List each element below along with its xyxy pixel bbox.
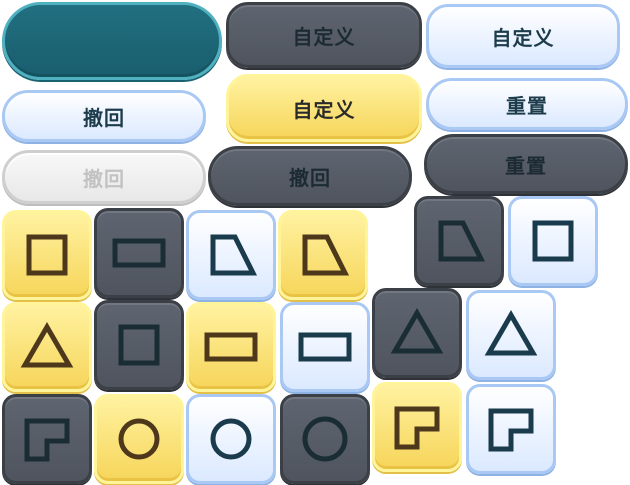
square-icon	[118, 324, 160, 366]
trapezoid-icon	[438, 220, 486, 262]
circle-tile-light[interactable]	[186, 394, 276, 484]
l-shape-tile-light[interactable]	[466, 384, 556, 474]
square-tile-yellow[interactable]	[2, 210, 92, 300]
triangle-tile-light[interactable]	[466, 290, 556, 380]
circle-tile-dark[interactable]	[280, 394, 370, 484]
square-tile-light[interactable]	[508, 196, 598, 286]
triangle-icon	[390, 308, 444, 354]
trapezoid-icon	[302, 234, 350, 276]
triangle-icon	[484, 310, 538, 356]
triangle-tile-yellow[interactable]	[2, 302, 92, 392]
trapezoid-icon	[210, 234, 258, 276]
undo-button-label: 撤回	[289, 165, 331, 190]
trapezoid-tile-dark[interactable]	[414, 196, 504, 286]
square-tile-dark[interactable]	[94, 300, 184, 390]
circle-icon	[210, 418, 252, 460]
reset-button-dark[interactable]: 重置	[424, 134, 628, 194]
rectangle-icon	[204, 332, 258, 362]
circle-icon	[118, 418, 160, 460]
square-icon	[26, 234, 68, 276]
square-icon	[532, 220, 574, 262]
reset-button-label: 重置	[506, 93, 548, 118]
rectangle-tile-light[interactable]	[280, 302, 370, 392]
undo-button-dark[interactable]: 撤回	[208, 146, 412, 206]
rectangle-tile-dark[interactable]	[94, 208, 184, 298]
l-shape-icon	[394, 406, 440, 450]
l-shape-icon	[24, 418, 70, 462]
custom-button-label: 自定义	[491, 25, 555, 50]
l-shape-tile-yellow[interactable]	[372, 382, 462, 472]
circle-icon	[302, 416, 348, 462]
custom-button-light[interactable]: 自定义	[426, 4, 620, 68]
trapezoid-tile-light[interactable]	[186, 210, 276, 300]
l-shape-tile-dark[interactable]	[2, 394, 92, 484]
rectangle-icon	[298, 332, 352, 362]
custom-button-label: 自定义	[292, 97, 356, 122]
reset-button-light[interactable]: 重置	[426, 78, 628, 130]
custom-button-yellow[interactable]: 自定义	[226, 74, 422, 142]
undo-button-label: 撤回	[83, 166, 125, 191]
triangle-tile-dark[interactable]	[372, 288, 462, 378]
custom-button-dark[interactable]: 自定义	[226, 2, 422, 68]
undo-button-label: 撤回	[83, 105, 125, 130]
l-shape-icon	[488, 408, 534, 452]
triangle-icon	[20, 322, 74, 368]
reset-button-label: 重置	[505, 153, 547, 178]
rectangle-tile-yellow[interactable]	[186, 302, 276, 392]
custom-button-label: 自定义	[292, 24, 356, 49]
circle-tile-yellow[interactable]	[94, 394, 184, 484]
rectangle-icon	[112, 238, 166, 268]
trapezoid-tile-yellow[interactable]	[278, 210, 368, 300]
blank-teal-button[interactable]	[2, 2, 222, 80]
undo-button-light[interactable]: 撤回	[2, 90, 206, 142]
undo-button-disabled: 撤回	[2, 150, 206, 204]
